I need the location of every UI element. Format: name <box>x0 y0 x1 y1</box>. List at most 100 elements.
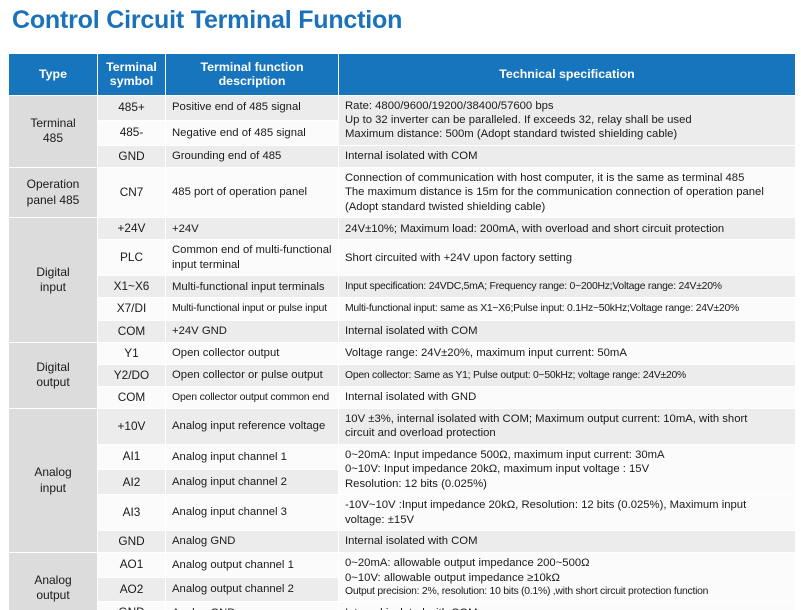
specification-line: 0~20mA: allowable output impedance 200~5… <box>345 557 590 570</box>
header-terminal-symbol-line1: Terminal <box>106 60 157 74</box>
terminal-symbol-cell: PLC <box>97 239 166 277</box>
terminal-description-cell: Common end of multi-functional input term… <box>165 239 339 277</box>
technical-specification-cell: Open collector: Same as Y1; Pulse output… <box>338 363 796 387</box>
specification-line: Internal isolated with COM <box>345 150 478 163</box>
terminal-symbol-cell: +10V <box>97 407 166 445</box>
specification-line: Up to 32 inverter can be paralleled. If … <box>345 113 692 126</box>
technical-specification-cell: -10V~10V :Input impedance 20kΩ, Resoluti… <box>338 494 796 532</box>
terminal-description-cell: Negative end of 485 signal <box>165 119 339 146</box>
terminal-function-table-wrapper: Type Terminal symbol Terminal function d… <box>8 53 796 610</box>
table-row: X7/DI Multi-functional input or pulse inp… <box>9 297 796 321</box>
terminal-symbol-cell: X1~X6 <box>97 275 166 299</box>
terminal-description-cell: Open collector output <box>165 341 339 365</box>
terminal-symbol-cell: AO2 <box>97 576 166 603</box>
specification-line: Input specification: 24VDC,5mA; Frequenc… <box>345 281 722 293</box>
terminal-description-cell: +24V GND <box>165 319 339 343</box>
terminal-symbol-cell: GND <box>97 144 166 168</box>
technical-specification-cell: Internal isolated with COM <box>338 530 796 554</box>
technical-specification-cell: 10V ±3%, internal isolated with COM; Max… <box>338 407 796 445</box>
terminal-description-cell: Analog input channel 2 <box>165 468 339 496</box>
table-row: AI1 Analog input channel 1 0~20mA: Input i… <box>9 443 796 496</box>
row-group-type-line1: Digital <box>36 359 70 374</box>
specification-line: Connection of communication with host co… <box>345 171 745 184</box>
table-row: GNDAnalog GND Internal isolated with COM <box>9 530 796 554</box>
terminal-symbol-cell: GND <box>97 601 166 610</box>
terminal-symbol-cell: AO1 <box>97 552 166 578</box>
table-row: GND Grounding end of 485 Internal isolated… <box>9 144 796 168</box>
technical-specification-cell: Multi-functional input: same as X1~X6;Pu… <box>338 297 796 321</box>
technical-specification-cell: Voltage range: 24V±20%, maximum input cu… <box>338 341 796 365</box>
specification-line: Voltage range: 24V±20%, maximum input cu… <box>345 346 627 359</box>
specification-line: Internal isolated with COM <box>345 535 478 548</box>
row-group-type-line1: Terminal <box>30 115 76 130</box>
terminal-symbol-cell: AI2 <box>97 468 166 496</box>
specification-line: Short circuited with +24V upon factory s… <box>345 251 573 264</box>
header-technical-specification: Technical specification <box>338 53 796 96</box>
terminal-symbol-cell: 485- <box>97 119 166 146</box>
terminal-description-cell: 485 port of operation panel <box>165 166 339 219</box>
specification-line: Rate: 4800/9600/19200/38400/57600 bps <box>345 99 554 112</box>
row-group-type-line1: Analog <box>34 465 72 480</box>
row-group-type-line2: panel 485 <box>26 192 80 207</box>
terminal-description-cell: Multi-functional input or pulse input <box>165 297 339 321</box>
page-root: Control Circuit Terminal Function Type T… <box>0 0 801 610</box>
row-group-type-line1: Analog <box>34 572 72 587</box>
table-row: PLC Common end of multi-functional input t… <box>9 239 796 277</box>
specification-line: Multi-functional input: same as X1~X6;Pu… <box>345 303 739 315</box>
table-row: Terminal 485 485+ Positive end of 485 signa… <box>8 94 796 168</box>
header-terminal-description-line2: description <box>218 74 286 89</box>
terminal-symbol-cell: X7/DI <box>97 297 166 321</box>
technical-specification-cell: Input specification: 24VDC,5mA; Frequenc… <box>338 275 796 299</box>
specification-line: Output precision: 2%, resolution: 10 bit… <box>345 586 709 598</box>
specification-line: -10V~10V :Input impedance 20kΩ, Resoluti… <box>345 499 747 512</box>
table-row: Y2/DO Open collector or pulse output Open … <box>9 363 796 387</box>
terminal-description-cell: Analog input reference voltage <box>165 407 339 445</box>
terminal-symbol-cell: +24V <box>97 217 166 241</box>
table-row: Analog output AO1 Analog output channel 1 0~… <box>8 552 796 610</box>
specification-line: 0~10V: Input impedance 20kΩ, maximum inp… <box>345 463 650 476</box>
specification-line: 0~10V: allowable output impedance ≥10kΩ <box>345 571 560 584</box>
row-group-type-line1: Operation <box>26 177 80 192</box>
row-group-type: Terminal 485 <box>8 94 98 168</box>
row-group-type-line2: input <box>39 480 67 495</box>
terminal-symbol-cell: AI1 <box>97 443 166 470</box>
header-terminal-symbol: Terminal symbol <box>97 53 166 96</box>
row-group-type: Analog input <box>8 407 98 554</box>
terminal-symbol-cell: AI3 <box>97 494 166 532</box>
row-group-type: Analog output <box>8 552 98 610</box>
table-row: Digital input +24V +24V 24V±10%; Maximum loa… <box>8 217 796 343</box>
terminal-symbol-cell: GND <box>97 530 166 554</box>
table-row: COM +24V GND Internal isolated with COM <box>9 319 796 343</box>
terminal-description-cell: Analog output channel 1 <box>165 552 339 578</box>
technical-specification-cell: Rate: 4800/9600/19200/38400/57600 bps Up … <box>338 94 796 146</box>
specification-line: Resolution: 12 bits (0.025%) <box>345 477 487 490</box>
specification-line: Internal isolated with COM <box>345 324 478 337</box>
technical-specification-cell: Internal isolated with COM <box>338 319 796 343</box>
specification-line: (Adopt standard twisted shielding cable) <box>345 200 546 213</box>
row-group-type-line2: 485 <box>42 131 64 146</box>
terminal-symbol-cell: Y2/DO <box>97 363 166 387</box>
header-terminal-symbol-line2: symbol <box>109 74 154 89</box>
table-row: COM Open collector output common end Inter… <box>9 385 796 409</box>
row-group-type-line2: output <box>36 588 70 603</box>
table-row: AI3 Analog input channel 3 -10V~10V :Input… <box>9 494 796 532</box>
terminal-description-cell: Analog GND <box>165 601 339 610</box>
table-row: GNDAnalog GND Internal isolated with COM <box>9 601 796 610</box>
terminal-description-cell: Analog output channel 2 <box>165 576 339 603</box>
row-group-type-line1: Digital <box>36 264 70 279</box>
table-header: Type Terminal symbol Terminal function d… <box>8 53 796 96</box>
terminal-description-line2: input terminal <box>172 258 240 271</box>
terminal-description-cell: Open collector output common end <box>165 385 339 409</box>
terminal-description-cell: Open collector or pulse output <box>165 363 339 387</box>
specification-line: circuit and overload protection <box>345 427 496 440</box>
row-group-type-line2: input <box>39 279 67 294</box>
row-group-type: Operation panel 485 <box>8 166 98 219</box>
specification-line: 10V ±3%, internal isolated with COM; Max… <box>345 412 748 425</box>
row-group-type: Digital input <box>8 217 98 343</box>
table-row: Analog input +10V Analog input reference vo… <box>8 407 796 554</box>
terminal-description-cell: Analog GND <box>165 530 339 554</box>
specification-line: voltage: ±15V <box>345 513 415 526</box>
technical-specification-cell: Short circuited with +24V upon factory s… <box>338 239 796 277</box>
terminal-description-cell: Grounding end of 485 <box>165 144 339 168</box>
header-type: Type <box>8 53 98 96</box>
